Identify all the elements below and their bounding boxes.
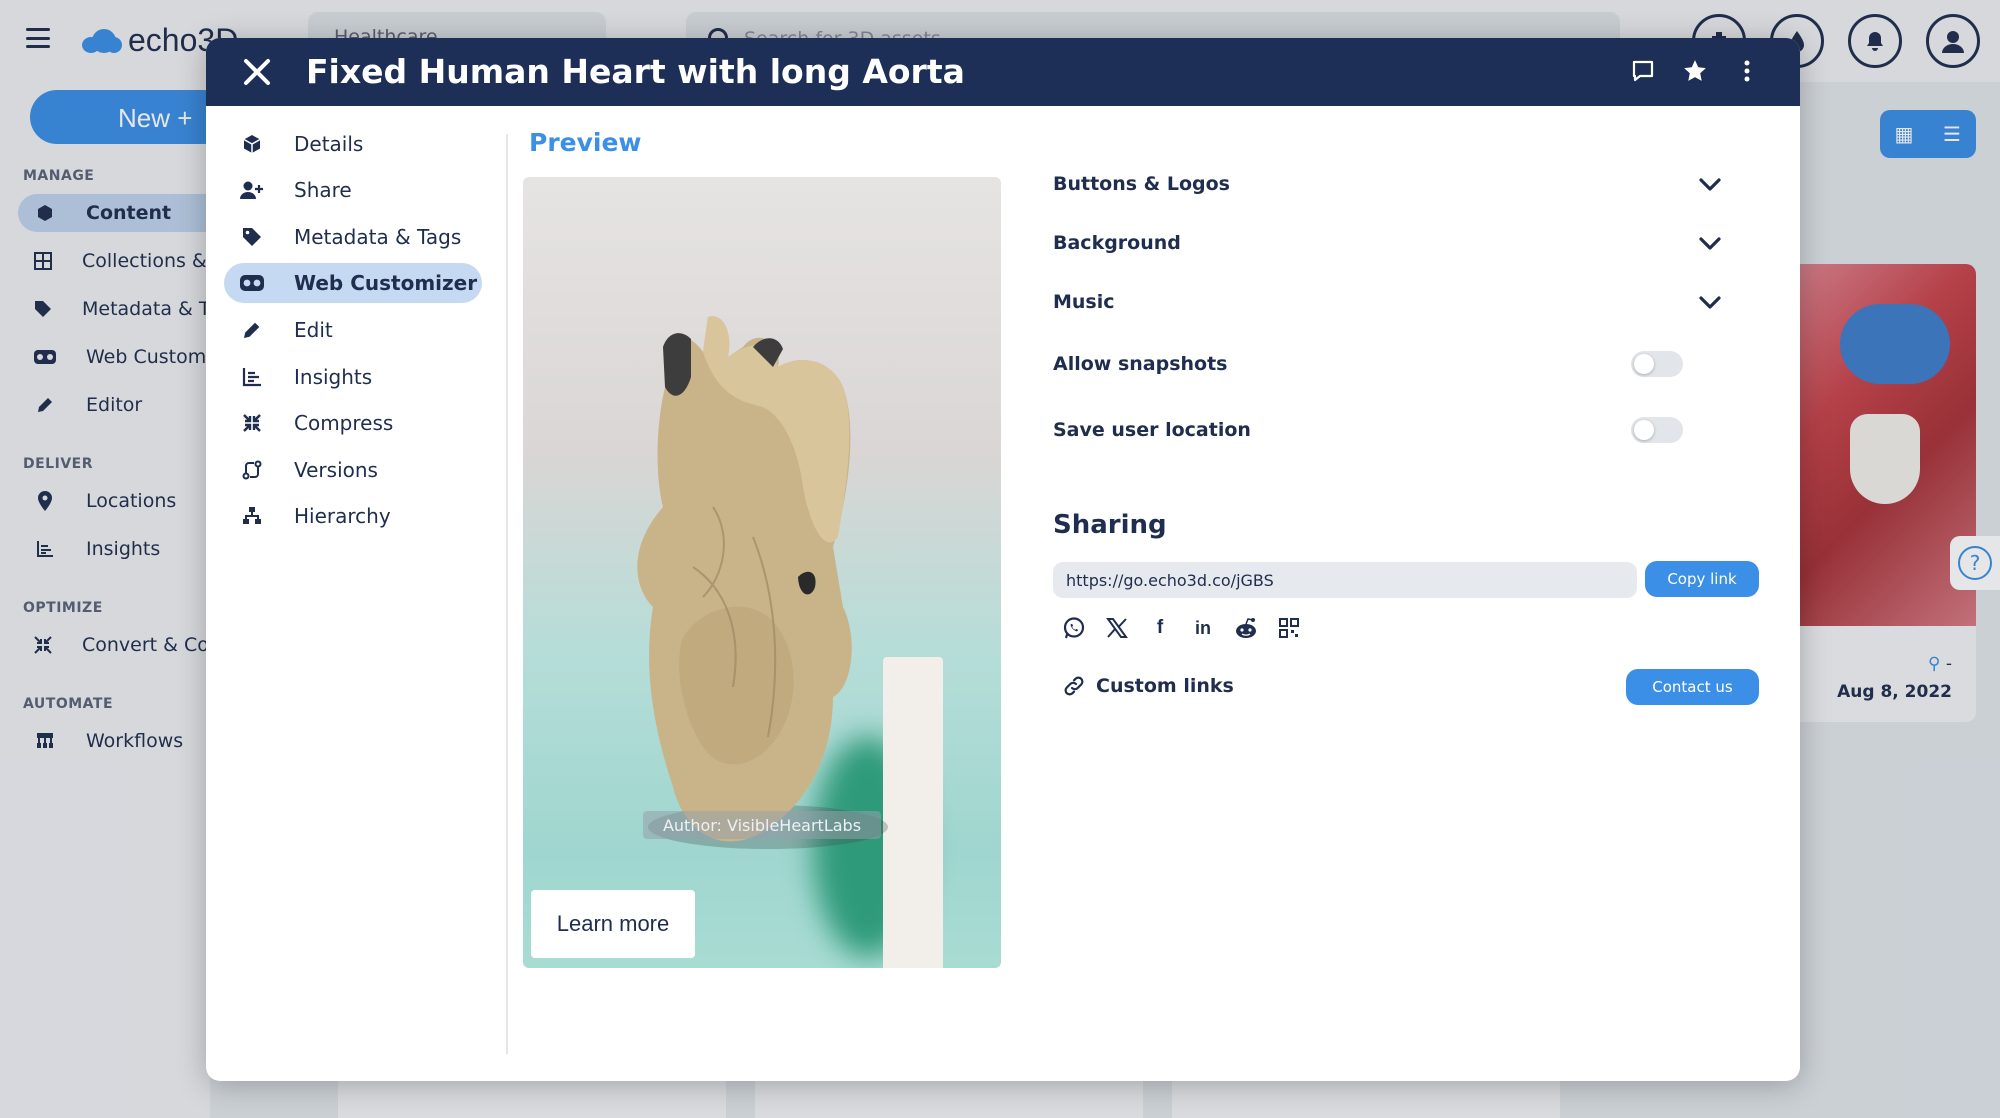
linkedin-icon[interactable]: in bbox=[1191, 616, 1215, 640]
share-link-field[interactable] bbox=[1053, 562, 1637, 598]
chevron-down-icon bbox=[1699, 237, 1721, 250]
nav-insights[interactable]: Insights bbox=[224, 357, 482, 397]
link-icon bbox=[1064, 676, 1084, 696]
facebook-icon[interactable]: f bbox=[1148, 616, 1172, 640]
nav-details[interactable]: Details bbox=[224, 124, 482, 164]
whatsapp-icon[interactable] bbox=[1062, 616, 1086, 640]
hierarchy-icon bbox=[240, 506, 264, 526]
chevron-down-icon bbox=[1699, 296, 1721, 309]
accordion-label: Background bbox=[1053, 232, 1181, 254]
x-icon[interactable] bbox=[1105, 616, 1129, 640]
learn-more-button[interactable]: Learn more bbox=[531, 890, 695, 958]
custom-links-button[interactable]: Custom links bbox=[1062, 674, 1234, 698]
model-preview-viewer[interactable]: Author: VisibleHeartLabs Learn more bbox=[523, 177, 1001, 968]
modal-header: Fixed Human Heart with long Aorta bbox=[206, 38, 1800, 106]
close-icon[interactable] bbox=[242, 57, 272, 87]
nav-web-customizer[interactable]: Web Customizer bbox=[224, 263, 482, 303]
compress-icon bbox=[240, 413, 264, 433]
nav-edit[interactable]: Edit bbox=[224, 310, 482, 350]
nav-label: Share bbox=[294, 178, 352, 202]
save-user-location-toggle[interactable] bbox=[1631, 417, 1683, 443]
tag-icon bbox=[240, 227, 264, 247]
accordion-label: Music bbox=[1053, 291, 1115, 313]
setting-allow-snapshots: Allow snapshots bbox=[1053, 349, 1723, 379]
copy-link-button[interactable]: Copy link bbox=[1645, 561, 1759, 597]
toggle-label: Save user location bbox=[1053, 419, 1251, 441]
contact-us-button[interactable]: Contact us bbox=[1626, 669, 1759, 705]
asset-modal: Fixed Human Heart with long Aorta Detail… bbox=[206, 38, 1800, 1081]
nav-label: Hierarchy bbox=[294, 504, 391, 528]
qr-code-icon[interactable] bbox=[1277, 616, 1301, 640]
modal-nav: Details Share Metadata & Tags Web Custom… bbox=[206, 106, 508, 1081]
more-options-icon[interactable] bbox=[1734, 58, 1760, 84]
chevron-down-icon bbox=[1699, 178, 1721, 191]
preview-title: Preview bbox=[529, 128, 642, 157]
chart-icon bbox=[240, 367, 264, 387]
nav-label: Insights bbox=[294, 365, 373, 389]
setting-save-user-location: Save user location bbox=[1053, 415, 1723, 445]
accordion-buttons-logos[interactable]: Buttons & Logos bbox=[1053, 169, 1723, 199]
nav-label: Details bbox=[294, 132, 364, 156]
versions-icon bbox=[240, 460, 264, 480]
author-tag: Author: VisibleHeartLabs bbox=[643, 811, 881, 839]
modal-title: Fixed Human Heart with long Aorta bbox=[306, 52, 965, 91]
reddit-icon[interactable] bbox=[1234, 616, 1258, 640]
nav-divider bbox=[506, 134, 508, 1054]
nav-label: Metadata & Tags bbox=[294, 225, 462, 249]
nav-share[interactable]: Share bbox=[224, 170, 482, 210]
nav-label: Edit bbox=[294, 318, 333, 342]
accordion-music[interactable]: Music bbox=[1053, 287, 1723, 317]
accordion-background[interactable]: Background bbox=[1053, 228, 1723, 258]
nav-label: Compress bbox=[294, 411, 394, 435]
nav-metadata-tags[interactable]: Metadata & Tags bbox=[224, 217, 482, 257]
add-user-icon bbox=[240, 180, 264, 200]
toggle-label: Allow snapshots bbox=[1053, 353, 1228, 375]
accordion-label: Buttons & Logos bbox=[1053, 173, 1230, 195]
comment-icon[interactable] bbox=[1630, 58, 1656, 84]
nav-versions[interactable]: Versions bbox=[224, 450, 482, 490]
vr-headset-icon bbox=[240, 275, 264, 291]
nav-label: Web Customizer bbox=[294, 271, 478, 295]
sharing-title: Sharing bbox=[1053, 510, 1167, 540]
star-icon[interactable] bbox=[1682, 58, 1708, 84]
pencil-icon bbox=[240, 320, 264, 340]
nav-compress[interactable]: Compress bbox=[224, 403, 482, 443]
cube-icon bbox=[240, 134, 264, 154]
heart-model-image bbox=[637, 316, 888, 849]
allow-snapshots-toggle[interactable] bbox=[1631, 351, 1683, 377]
custom-links-label: Custom links bbox=[1096, 675, 1234, 697]
nav-label: Versions bbox=[294, 458, 378, 482]
nav-hierarchy[interactable]: Hierarchy bbox=[224, 496, 482, 536]
